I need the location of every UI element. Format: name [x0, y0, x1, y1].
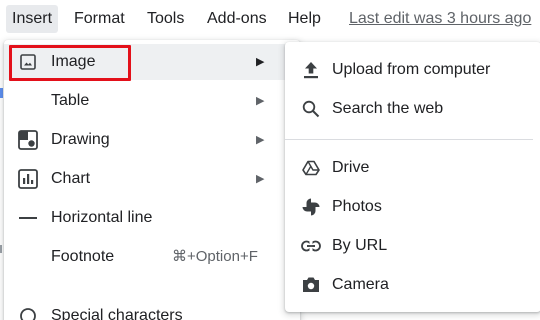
- menu-item-drawing[interactable]: Drawing ▶: [4, 122, 300, 158]
- submenu-arrow-icon: ▶: [256, 95, 265, 107]
- submenu-item-by-url[interactable]: By URL: [285, 227, 540, 265]
- submenu-arrow-icon: ▶: [256, 173, 265, 185]
- menu-item-chart[interactable]: Chart ▶: [4, 161, 300, 197]
- menu-item-label: Chart: [51, 170, 91, 187]
- menu-insert[interactable]: Insert: [6, 5, 59, 33]
- edge-artifact: [0, 88, 3, 98]
- menu-item-horizontal-line[interactable]: Horizontal line: [4, 200, 300, 236]
- search-icon: [301, 99, 321, 119]
- drawing-icon: [18, 130, 38, 150]
- submenu-divider: [285, 139, 533, 140]
- drive-icon: [301, 158, 321, 178]
- camera-icon: [301, 275, 321, 295]
- submenu-item-label: By URL: [332, 237, 388, 254]
- submenu-item-photos[interactable]: Photos: [285, 188, 540, 226]
- menu-item-label: Table: [51, 92, 90, 109]
- horizontal-line-icon: [18, 208, 38, 228]
- photos-icon: [301, 197, 321, 217]
- link-icon: [301, 236, 321, 256]
- menu-add-ons[interactable]: Add-ons: [201, 5, 273, 33]
- submenu-item-drive[interactable]: Drive: [285, 149, 540, 187]
- menu-item-table[interactable]: Table ▶: [4, 83, 300, 119]
- submenu-item-upload[interactable]: Upload from computer: [285, 51, 540, 89]
- last-edit-link[interactable]: Last edit was 3 hours ago: [349, 5, 531, 33]
- submenu-item-label: Search the web: [332, 100, 444, 117]
- menu-format[interactable]: Format: [68, 5, 131, 33]
- submenu-item-label: Drive: [332, 159, 370, 176]
- image-submenu: Upload from computer Search the web Driv…: [285, 42, 540, 312]
- menu-item-label: Special characters: [51, 307, 183, 320]
- menu-item-footnote[interactable]: Footnote ⌘+Option+F: [4, 239, 300, 275]
- menu-tools[interactable]: Tools: [141, 5, 190, 33]
- submenu-item-label: Photos: [332, 198, 382, 215]
- insert-menu: Image ▶ Table ▶ Drawing ▶ Chart ▶ Horizo…: [4, 40, 300, 320]
- menu-item-label: Drawing: [51, 131, 110, 148]
- submenu-item-label: Camera: [332, 276, 389, 293]
- special-characters-icon: [18, 306, 38, 320]
- image-highlight-box: [9, 45, 131, 81]
- submenu-arrow-icon: ▶: [256, 134, 265, 146]
- keyboard-shortcut: ⌘+Option+F: [172, 248, 258, 265]
- chart-icon: [18, 169, 38, 189]
- submenu-item-search-web[interactable]: Search the web: [285, 90, 540, 128]
- menu-help[interactable]: Help: [282, 5, 327, 33]
- submenu-item-label: Upload from computer: [332, 61, 491, 78]
- menu-item-label: Footnote: [51, 248, 115, 265]
- upload-icon: [301, 60, 321, 80]
- edge-artifact: [0, 245, 2, 253]
- menu-item-label: Horizontal line: [51, 209, 153, 226]
- menu-item-special-characters[interactable]: Special characters: [4, 298, 300, 320]
- submenu-arrow-icon: ▶: [256, 56, 265, 68]
- submenu-item-camera[interactable]: Camera: [285, 266, 540, 304]
- menu-bar: Insert Format Tools Add-ons Help Last ed…: [0, 0, 540, 38]
